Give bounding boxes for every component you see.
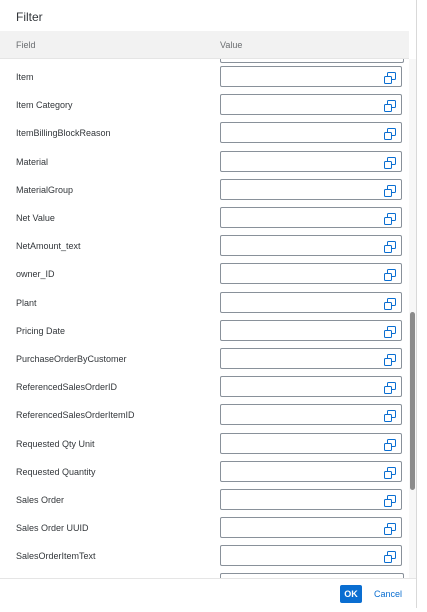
filter-value-input[interactable] [220, 235, 402, 257]
value-help-icon[interactable] [384, 212, 396, 225]
filter-row-label: Sales Order UUID [16, 523, 89, 534]
filter-rows-list[interactable]: Item Item Category ItemBillingBlockReason M… [0, 59, 409, 578]
ok-button[interactable]: OK [340, 585, 362, 603]
value-help-icon[interactable] [384, 99, 396, 113]
value-help-icon[interactable] [384, 550, 396, 564]
filter-row: Requested Quantity [0, 458, 409, 486]
filter-value-input[interactable] [220, 122, 402, 144]
column-header-field: Field [16, 40, 36, 50]
filter-row: MaterialGroup [0, 176, 409, 204]
filter-value-input[interactable] [220, 319, 402, 341]
cancel-button[interactable]: Cancel [370, 585, 406, 603]
filter-row-label: Requested Quantity [16, 466, 96, 477]
filter-value-input[interactable] [220, 178, 402, 200]
filter-row-label: Sales Order [16, 495, 65, 505]
filter-row-label: Requested Qty Unit [16, 438, 95, 449]
value-help-icon[interactable] [384, 297, 396, 310]
dialog-title: Filter [16, 10, 43, 24]
filter-row: Sales Order UUID [0, 514, 409, 542]
filter-value-input[interactable] [220, 432, 402, 454]
vertical-scrollbar[interactable] [409, 59, 416, 578]
dialog-footer: OK Cancel [0, 578, 416, 608]
filter-row: Net Value [0, 204, 409, 232]
filter-row: ReferencedSalesOrderID [0, 373, 409, 401]
filter-row: NetAmount_text [0, 232, 409, 260]
filter-row-label: Net Value [16, 213, 55, 223]
filter-row-label: NetAmount_text [16, 241, 81, 252]
filter-row-label: Item [16, 72, 34, 82]
filter-dialog: Filter Field Value Item Item Category Item… [0, 0, 417, 608]
filter-value-input[interactable] [220, 404, 402, 426]
column-header-value: Value [220, 40, 243, 50]
filter-row: PurchaseOrderByCustomer [0, 345, 409, 373]
filter-row-label: Item Category [16, 100, 73, 111]
scrollbar-thumb[interactable] [410, 312, 415, 490]
filter-value-input[interactable] [220, 263, 402, 285]
value-help-icon[interactable] [384, 409, 396, 423]
filter-row: SalesOrderItemText [0, 542, 409, 570]
filter-row: Requested Qty Unit [0, 430, 409, 458]
filter-row-label: ItemBillingBlockReason [16, 128, 111, 139]
value-help-icon[interactable] [384, 240, 396, 254]
filter-row: Item [0, 63, 409, 91]
filter-row-label: Plant [16, 297, 37, 308]
filter-row: Sales Order [0, 486, 409, 514]
value-help-icon[interactable] [384, 494, 396, 507]
filter-row-label: Pricing Date [16, 325, 66, 336]
filter-row: Material [0, 148, 409, 176]
value-help-icon[interactable] [384, 268, 396, 282]
filter-row-label: ReferencedSalesOrderID [16, 382, 118, 393]
value-help-icon[interactable] [384, 325, 396, 338]
value-help-icon[interactable] [384, 156, 396, 169]
filter-row: Item Category [0, 91, 409, 119]
value-help-icon[interactable] [384, 71, 396, 84]
column-header: Field Value [0, 31, 409, 59]
filter-value-input[interactable] [220, 376, 402, 398]
value-help-icon[interactable] [384, 522, 396, 536]
filter-row: owner_ID [0, 260, 409, 288]
filter-value-input[interactable] [220, 207, 402, 228]
value-help-icon[interactable] [384, 353, 396, 366]
value-help-icon[interactable] [384, 127, 396, 141]
value-help-icon[interactable] [384, 466, 396, 479]
value-help-icon[interactable] [384, 381, 396, 395]
filter-row: Plant [0, 289, 409, 317]
filter-value-input[interactable] [220, 460, 402, 482]
filter-value-input[interactable] [220, 517, 402, 539]
filter-row-label: PurchaseOrderByCustomer [16, 354, 127, 364]
filter-row-label: MaterialGroup [16, 184, 74, 195]
filter-row-label: SalesOrderItemText [16, 551, 96, 562]
filter-row-label: ReferencedSalesOrderItemID [16, 410, 135, 421]
filter-value-input[interactable] [220, 94, 402, 116]
value-help-icon[interactable] [384, 438, 396, 451]
filter-value-input[interactable] [220, 150, 402, 172]
filter-value-input[interactable] [220, 545, 402, 567]
filter-row: ItemBillingBlockReason [0, 119, 409, 147]
filter-row: ReferencedSalesOrderItemID [0, 401, 409, 429]
filter-value-input[interactable] [220, 66, 402, 87]
filter-row-label: Material [16, 156, 49, 167]
filter-row: Pricing Date [0, 317, 409, 345]
filter-value-input[interactable] [220, 489, 402, 510]
filter-value-input[interactable] [220, 291, 402, 313]
filter-row-label: owner_ID [16, 269, 55, 280]
value-help-icon[interactable] [384, 184, 396, 197]
filter-value-input[interactable] [220, 348, 402, 369]
